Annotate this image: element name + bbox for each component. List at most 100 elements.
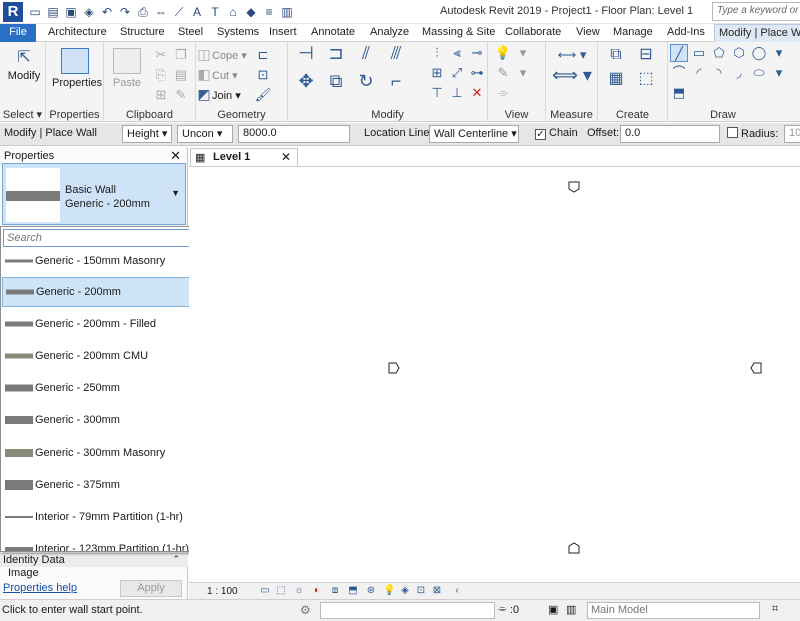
scroll-left-icon[interactable]: ‹: [451, 585, 463, 597]
type-properties-button[interactable]: Properties: [52, 48, 102, 89]
tab-massing-site[interactable]: Massing & Site: [422, 24, 495, 42]
pick-lines-icon[interactable]: ⬒: [670, 84, 688, 102]
height-depth-select[interactable]: Height ▾: [122, 125, 172, 143]
chain-checkbox[interactable]: ✓ Chain: [535, 127, 578, 140]
sun-path-icon[interactable]: ☼: [293, 585, 305, 597]
mirror-pick-axis-icon[interactable]: ⫽: [352, 44, 380, 68]
elevation-marker-north-icon[interactable]: [568, 181, 580, 193]
list-item[interactable]: Generic - 375mm: [2, 470, 216, 500]
align-icon[interactable]: ⊣: [292, 44, 320, 68]
list-item-selected[interactable]: Generic - 200mm: [2, 277, 216, 307]
move-icon[interactable]: ✥: [292, 72, 320, 96]
section-icon[interactable]: ◆: [242, 4, 260, 20]
detail-level-icon[interactable]: ▭: [259, 585, 271, 597]
copy-icon[interactable]: ⧉: [322, 72, 350, 96]
tab-view[interactable]: View: [576, 24, 600, 42]
copy-clipboard-icon[interactable]: ❐: [172, 46, 190, 64]
wall-joins-icon[interactable]: ⊏: [254, 46, 272, 64]
join-clipboard-icon[interactable]: ⊞: [152, 86, 170, 104]
split-face-icon[interactable]: ⊡: [254, 66, 272, 84]
type-search-input[interactable]: [4, 230, 204, 246]
list-item[interactable]: Generic - 300mm: [2, 405, 216, 435]
reveal-hidden-icon[interactable]: 💡: [383, 585, 395, 597]
list-item[interactable]: Generic - 150mm Masonry: [2, 246, 216, 276]
list-item[interactable]: Interior - 79mm Partition (1-hr): [2, 502, 216, 532]
worksets-icon[interactable]: ⚙: [300, 603, 311, 617]
show-crop-icon[interactable]: ⬒: [347, 585, 359, 597]
tab-systems[interactable]: Systems: [217, 24, 259, 42]
shadows-icon[interactable]: ◐: [311, 585, 323, 597]
paint-icon[interactable]: 🖌: [254, 86, 272, 104]
redo-icon[interactable]: ↷: [116, 4, 134, 20]
editable-only-icon[interactable]: ▣: [548, 603, 558, 616]
identity-data-group[interactable]: Identity Data ⌃: [0, 553, 188, 567]
properties-help-link[interactable]: Properties help: [3, 582, 77, 594]
split-element-icon[interactable]: ⫶: [428, 44, 446, 62]
cope-button[interactable]: ◫Cope ▾: [196, 46, 247, 62]
select-panel-title[interactable]: Select ▾: [0, 108, 45, 121]
worksharing-icon[interactable]: ◈: [399, 585, 411, 597]
draw-line-icon[interactable]: ╱: [670, 44, 688, 62]
split-with-gap-icon[interactable]: ⫷: [448, 44, 466, 62]
paste-aligned-icon[interactable]: ▤: [172, 66, 190, 84]
tab-steel[interactable]: Steel: [178, 24, 203, 42]
draw-ellipse-icon[interactable]: ⬭: [750, 64, 768, 82]
mirror-draw-axis-icon[interactable]: ⫻: [382, 44, 410, 68]
undo-icon[interactable]: ↶: [98, 4, 116, 20]
override-graphics-icon[interactable]: ▾: [514, 44, 532, 62]
view-tab-level-1[interactable]: ▦ Level 1 ✕: [190, 148, 298, 166]
close-view-icon[interactable]: ✕: [281, 150, 291, 164]
trim-single-icon[interactable]: ⊤: [428, 84, 446, 102]
scale-icon[interactable]: ⤢: [448, 64, 466, 82]
draw-tangent-arc-icon[interactable]: ◝: [710, 64, 728, 82]
highlight-displacement-icon[interactable]: ⊠: [431, 585, 443, 597]
print-icon[interactable]: ⎙: [134, 4, 152, 20]
visual-style-icon[interactable]: ⬚: [275, 585, 287, 597]
tab-architecture[interactable]: Architecture: [48, 24, 107, 42]
list-item[interactable]: Generic - 200mm - Filled: [2, 309, 216, 339]
rotate-icon[interactable]: ↻: [352, 72, 380, 96]
offset-input[interactable]: 0.0: [620, 125, 720, 143]
design-option-select[interactable]: Main Model: [587, 602, 760, 619]
create-similar-icon[interactable]: ⧉: [602, 46, 630, 68]
thin-lines-icon[interactable]: ≡: [260, 4, 278, 20]
list-item[interactable]: Generic - 250mm: [2, 373, 216, 403]
drawing-area[interactable]: [189, 166, 800, 582]
select-links-icon[interactable]: ⌗: [772, 603, 778, 616]
unconnected-select[interactable]: Uncon ▾: [177, 125, 233, 143]
draw-circle-icon[interactable]: ◯: [750, 44, 768, 62]
measure-icon[interactable]: ⇔: [152, 4, 170, 20]
filter-icon[interactable]: ⌯: [498, 603, 507, 616]
draw-expand-icon[interactable]: ▾: [770, 64, 788, 82]
elevation-marker-west-icon[interactable]: [388, 362, 400, 374]
linework-icon[interactable]: ✎: [494, 64, 512, 82]
location-line-select[interactable]: Wall Centerline ▾: [429, 125, 519, 143]
trim-extend-corner-icon[interactable]: ⌐: [382, 72, 410, 96]
elevation-marker-east-icon[interactable]: [750, 362, 762, 374]
open-folder-icon[interactable]: ▤: [44, 4, 62, 20]
help-search-input[interactable]: Type a keyword or phrase: [712, 2, 800, 21]
delete-icon[interactable]: ✕: [468, 84, 486, 102]
draw-center-ends-arc-icon[interactable]: ◜: [690, 64, 708, 82]
create-assembly-icon[interactable]: ⊟: [632, 46, 660, 68]
new-file-icon[interactable]: ▭: [26, 4, 44, 20]
aligned-dimension-icon[interactable]: ⟋: [170, 4, 188, 20]
view-scale[interactable]: 1 : 100: [207, 586, 238, 597]
measure-between-references-icon[interactable]: ⟷ ▾: [552, 46, 592, 64]
join-button[interactable]: ◩Join ▾: [196, 86, 240, 102]
list-item[interactable]: Interior - 123mm Partition (1-hr): [2, 534, 216, 551]
paste-button[interactable]: Paste: [112, 48, 142, 89]
trim-multiple-icon[interactable]: ⊥: [448, 84, 466, 102]
switch-windows-icon[interactable]: ▥: [278, 4, 296, 20]
design-options-icon[interactable]: ▥: [566, 603, 576, 616]
aligned-dimension-ribbon-icon[interactable]: ⟺ ▾: [552, 66, 592, 92]
draw-fillet-arc-icon[interactable]: ◞: [730, 64, 748, 82]
filters-icon[interactable]: ⌯: [494, 84, 512, 102]
draw-rectangle-icon[interactable]: ▭: [690, 44, 708, 62]
cut-button[interactable]: ◧Cut ▾: [196, 66, 237, 82]
hide-element-icon[interactable]: 💡: [494, 44, 512, 62]
pin-icon[interactable]: ⊸: [468, 44, 486, 62]
cut-clipboard-icon[interactable]: ✂: [152, 46, 170, 64]
revit-logo-button[interactable]: R: [3, 2, 23, 22]
height-value-input[interactable]: 8000.0: [238, 125, 350, 143]
